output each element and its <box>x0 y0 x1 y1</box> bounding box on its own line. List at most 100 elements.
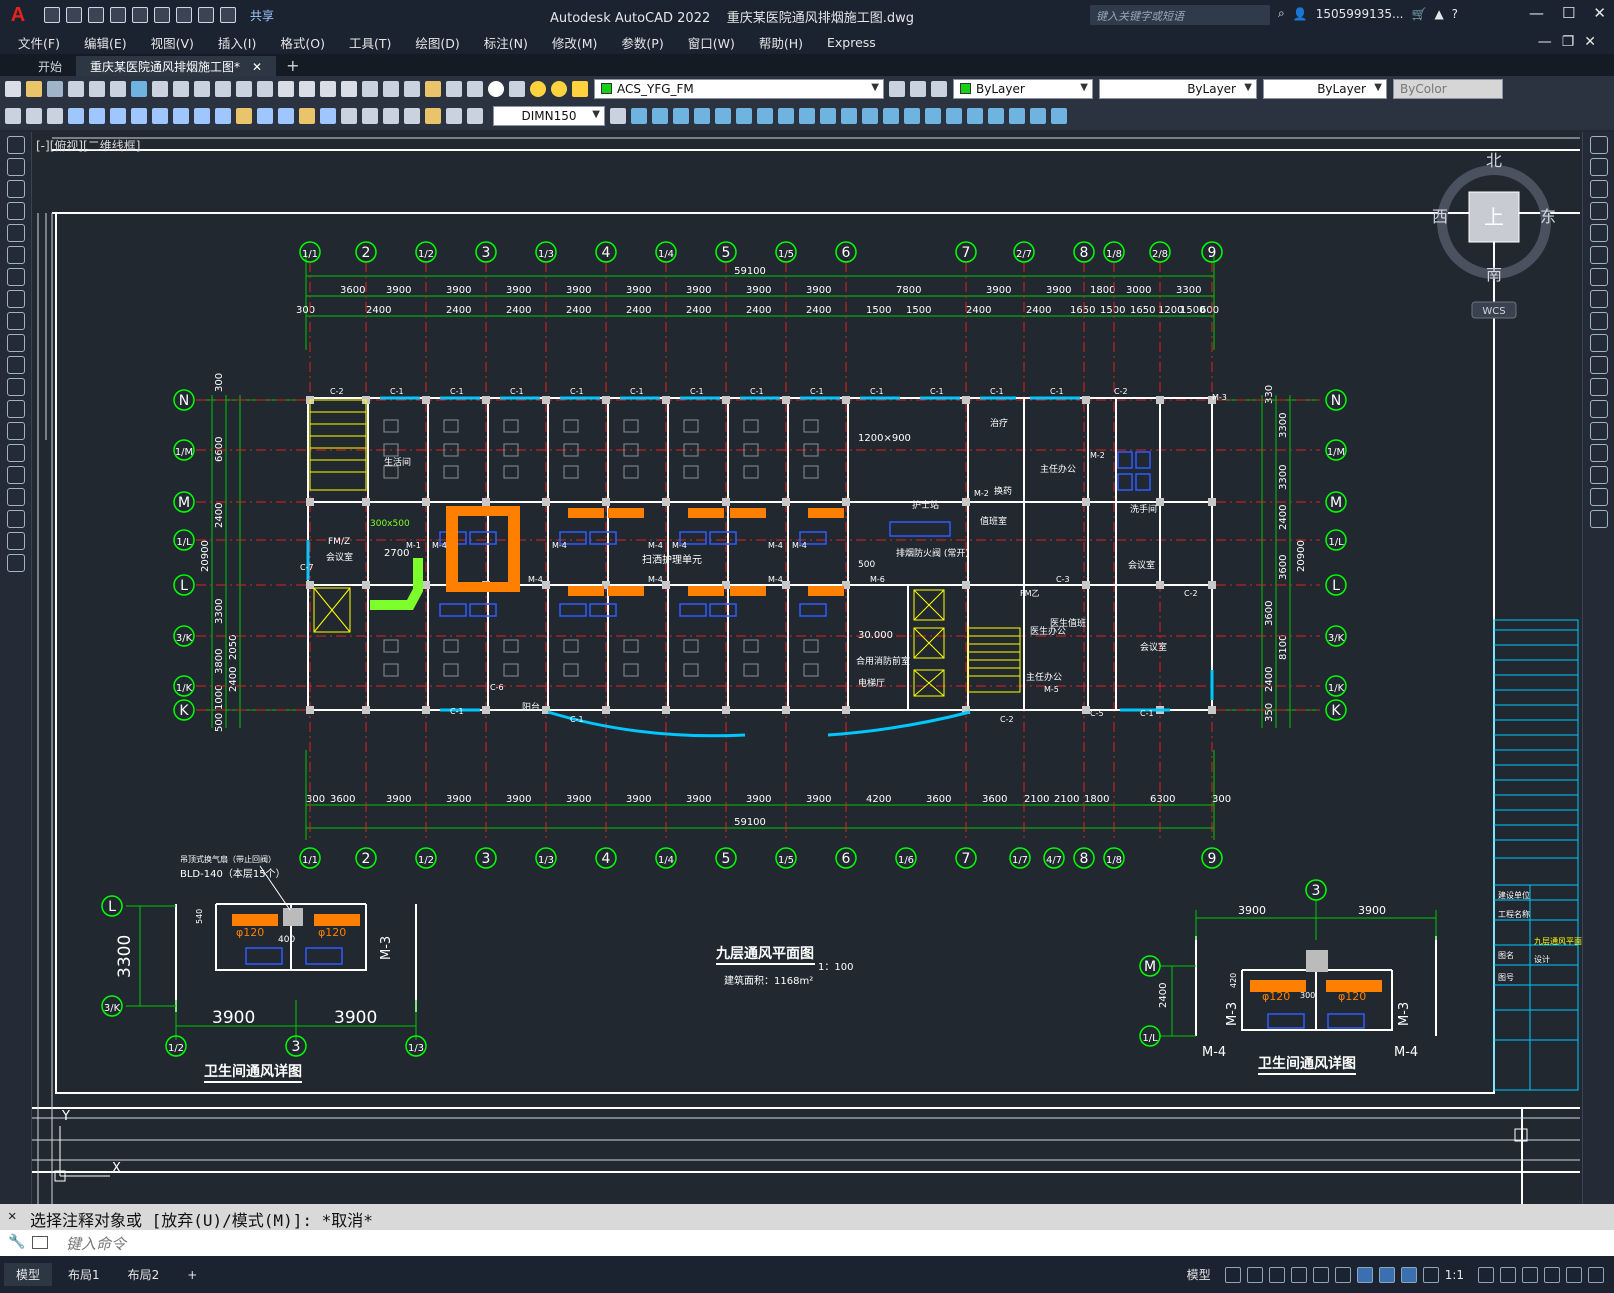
polygon-icon[interactable] <box>7 202 25 220</box>
properties-icon[interactable] <box>362 81 378 97</box>
preview-icon[interactable] <box>89 81 105 97</box>
drawing-canvas[interactable]: 建设单位 工程名称 图名 图号 九层通风平面 设计 59100 3600 390… <box>32 132 1582 1204</box>
customize-icon[interactable]: 🔧 <box>8 1234 25 1250</box>
insert-block-icon[interactable] <box>7 378 25 396</box>
gear-icon[interactable] <box>1478 1266 1494 1283</box>
baseline-dim-icon[interactable] <box>257 108 273 124</box>
trim-icon[interactable] <box>1590 334 1608 352</box>
menu-dimension[interactable]: 标注(N) <box>484 33 540 52</box>
plot-icon[interactable] <box>68 81 84 97</box>
isolate-icon[interactable] <box>1522 1266 1538 1283</box>
copy-obj-icon[interactable] <box>631 108 647 124</box>
menu-help[interactable]: 帮助(H) <box>759 33 815 52</box>
match-properties-icon[interactable] <box>215 81 231 97</box>
polar-icon[interactable] <box>1290 1266 1307 1283</box>
stretch-icon[interactable] <box>778 108 794 124</box>
annotation-scale-icon[interactable] <box>1422 1266 1439 1283</box>
color-dropdown[interactable]: ByLayer ▼ <box>953 79 1093 99</box>
save-as-icon[interactable] <box>110 7 126 23</box>
blend-icon[interactable] <box>946 108 962 124</box>
save-icon[interactable] <box>88 7 104 23</box>
cart-icon[interactable]: 🛒 <box>1411 7 1426 21</box>
construction-line-icon[interactable] <box>7 158 25 176</box>
layer-dropdown[interactable]: ACS_YFG_FM ▼ <box>594 79 884 99</box>
layer-state-icon[interactable] <box>931 81 947 97</box>
close-command-icon[interactable]: ✕ <box>8 1208 16 1224</box>
line-icon[interactable] <box>7 136 25 154</box>
dim-break-icon[interactable] <box>320 108 336 124</box>
zoom-previous-icon[interactable] <box>341 81 357 97</box>
menu-edit[interactable]: 编辑(E) <box>84 33 139 52</box>
plot-preview-icon[interactable] <box>154 7 170 23</box>
help-icon[interactable]: ? <box>1452 7 1458 21</box>
redo-icon[interactable] <box>257 81 273 97</box>
ellipse-arc-icon[interactable] <box>7 356 25 374</box>
center-mark-icon[interactable] <box>362 108 378 124</box>
close-tab-icon[interactable]: ✕ <box>252 60 262 74</box>
layer-properties-icon[interactable] <box>509 81 525 97</box>
region-icon[interactable] <box>967 108 983 124</box>
inspection-icon[interactable] <box>383 108 399 124</box>
jogged-linear-icon[interactable] <box>404 108 420 124</box>
scale-label[interactable]: 1:1 <box>1445 1268 1464 1282</box>
annotation-visibility-icon[interactable] <box>1400 1266 1417 1283</box>
rotate-icon[interactable] <box>1590 268 1608 286</box>
tab-start[interactable]: 开始 <box>24 56 76 76</box>
explode-icon[interactable] <box>925 108 941 124</box>
menu-parametric[interactable]: 参数(P) <box>621 33 675 52</box>
circle-icon[interactable] <box>7 268 25 286</box>
point-icon[interactable] <box>7 422 25 440</box>
offset-icon[interactable] <box>1590 202 1608 220</box>
layer-lock-icon[interactable] <box>572 81 588 97</box>
autodesk-app-icon[interactable]: ▲ <box>1434 7 1443 21</box>
arc-length-icon[interactable] <box>110 108 126 124</box>
redo-icon[interactable] <box>220 7 236 23</box>
command-line[interactable]: 🔧 键入命令 <box>0 1230 1614 1256</box>
markup-icon[interactable] <box>446 81 462 97</box>
make-current-layer-icon[interactable] <box>889 81 905 97</box>
document-window-controls[interactable]: —❐✕ <box>1538 34 1606 50</box>
quick-dim-icon[interactable] <box>236 108 252 124</box>
user-icon[interactable]: 👤 <box>1293 7 1308 21</box>
scale-icon[interactable] <box>757 108 773 124</box>
publish-icon[interactable] <box>132 7 148 23</box>
tab-model[interactable]: 模型 <box>4 1263 53 1286</box>
snap-icon[interactable] <box>1246 1266 1263 1283</box>
dim-edit-icon[interactable] <box>425 108 441 124</box>
publish-icon[interactable] <box>110 81 126 97</box>
angular-dim-icon[interactable] <box>215 108 231 124</box>
command-input[interactable]: 键入命令 <box>66 1235 126 1253</box>
continue-dim-icon[interactable] <box>278 108 294 124</box>
dim-text-edit-icon[interactable] <box>446 108 462 124</box>
object-snap-tracking-icon[interactable] <box>1334 1266 1351 1283</box>
chamfer-icon[interactable] <box>1590 444 1608 462</box>
ellipse-icon[interactable] <box>7 334 25 352</box>
dim-style-icon[interactable] <box>610 108 626 124</box>
move-icon[interactable] <box>1590 246 1608 264</box>
isodraft-icon[interactable] <box>1312 1266 1329 1283</box>
tab-layout2[interactable]: 布局2 <box>116 1263 172 1286</box>
explode-icon[interactable] <box>1590 510 1608 528</box>
copy-icon[interactable] <box>1590 158 1608 176</box>
open-icon[interactable] <box>66 7 82 23</box>
hatch-icon[interactable] <box>7 444 25 462</box>
3dprint-icon[interactable] <box>131 81 147 97</box>
paste-icon[interactable] <box>194 81 210 97</box>
spline-icon[interactable] <box>7 312 25 330</box>
undo-icon[interactable] <box>236 81 252 97</box>
wipeout-icon[interactable] <box>1051 108 1067 124</box>
draworder-icon[interactable] <box>1030 108 1046 124</box>
object-snap-icon[interactable] <box>1356 1266 1373 1283</box>
mirror-icon[interactable] <box>652 108 668 124</box>
copy-icon[interactable] <box>173 81 189 97</box>
pan-icon[interactable] <box>278 81 294 97</box>
lineweight-icon[interactable] <box>1378 1266 1395 1283</box>
break-icon[interactable] <box>841 108 857 124</box>
scale-icon[interactable] <box>1590 290 1608 308</box>
linear-dim-icon[interactable] <box>68 108 84 124</box>
menu-window[interactable]: 窗口(W) <box>688 33 747 52</box>
close-icon[interactable]: ✕ <box>1593 4 1606 22</box>
trim-icon[interactable] <box>799 108 815 124</box>
tool-palettes-icon[interactable] <box>404 81 420 97</box>
revision-cloud-icon[interactable] <box>7 290 25 308</box>
